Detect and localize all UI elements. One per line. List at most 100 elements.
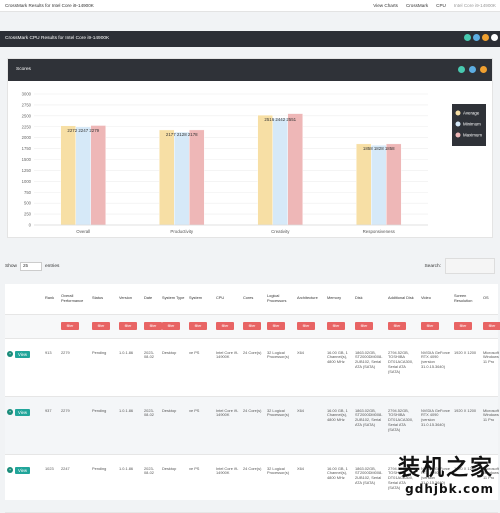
column-header[interactable]: System Type xyxy=(160,284,187,314)
filter-button[interactable]: filter xyxy=(216,322,234,330)
header-dot-orange-icon[interactable] xyxy=(482,34,489,41)
entries-select[interactable]: 25 xyxy=(20,262,42,271)
column-header[interactable]: Disk xyxy=(353,284,386,314)
column-header[interactable]: Memory xyxy=(325,284,353,314)
search-input[interactable] xyxy=(445,258,495,274)
filter-button[interactable]: filter xyxy=(355,322,373,330)
filter-button[interactable]: filter xyxy=(388,322,406,330)
nav-link-view-charts[interactable]: View Charts xyxy=(373,3,398,8)
bar-minimum xyxy=(371,145,386,225)
bar-maximum xyxy=(189,130,204,225)
expand-row-icon[interactable]: + xyxy=(7,409,13,415)
column-header[interactable]: Video xyxy=(419,284,452,314)
scores-dot-orange-icon[interactable] xyxy=(480,66,487,73)
bar-data-label: 2272 2247 2279 xyxy=(67,128,99,133)
bar-maximum xyxy=(288,114,303,225)
y-tick-label: 500 xyxy=(24,201,32,206)
filter-button[interactable]: filter xyxy=(454,322,472,330)
header-dot-white-icon[interactable] xyxy=(491,34,498,41)
column-header[interactable]: System xyxy=(187,284,214,314)
table-row: +View9372279Pending1.0.1.862023-08-02Des… xyxy=(5,396,498,454)
bar-minimum xyxy=(273,118,288,225)
table-cell: 24 Core(s) xyxy=(241,454,265,512)
filter-button[interactable]: filter xyxy=(483,322,500,330)
table-cell: 1920 X 1200 xyxy=(452,396,481,454)
filter-button[interactable]: filter xyxy=(61,322,79,330)
filter-button[interactable]: filter xyxy=(327,322,345,330)
column-header[interactable]: Status xyxy=(90,284,117,314)
watermark-url: gdhjbk.com xyxy=(398,482,494,496)
table-cell: xe PS xyxy=(187,454,214,512)
view-button[interactable]: View xyxy=(15,409,30,416)
table-cell: Desktop xyxy=(160,338,187,396)
filter-cell: filter xyxy=(452,314,481,338)
watermark-text: 装机之家 xyxy=(398,450,494,482)
header-dot-teal-icon[interactable] xyxy=(464,34,471,41)
table-cell: 1863.02GB, ST2000DM008-2UB102, Serial AT… xyxy=(353,454,386,512)
nav-brand[interactable]: CrossMark Results for Intel Core i9-1490… xyxy=(5,3,94,8)
filter-cell: filter xyxy=(241,314,265,338)
scores-dot-blue-icon[interactable] xyxy=(469,66,476,73)
bar-minimum xyxy=(76,127,91,225)
table-cell: Microsoft Windows 11 Pro xyxy=(481,396,498,454)
y-tick-label: 250 xyxy=(24,212,32,217)
y-tick-label: 1500 xyxy=(22,157,32,162)
column-header[interactable]: Architecture xyxy=(295,284,325,314)
nav-link-cpu[interactable]: CPU xyxy=(436,3,446,8)
view-button[interactable]: View xyxy=(15,467,30,474)
bar-data-label: 1858 1828 1858 xyxy=(363,146,395,151)
bar-maximum xyxy=(386,144,401,225)
y-tick-label: 3000 xyxy=(22,92,32,97)
table-cell: X64 xyxy=(295,454,325,512)
table-cell: 2023-08-02 xyxy=(142,396,160,454)
table-cell: xe PS xyxy=(187,338,214,396)
y-tick-label: 750 xyxy=(24,190,32,195)
table-cell: 1.0.1.86 xyxy=(117,338,142,396)
x-category-label: Overall xyxy=(76,229,90,234)
expand-row-icon[interactable]: + xyxy=(7,467,13,473)
filter-cell: filter xyxy=(481,314,498,338)
row-actions: +View xyxy=(5,454,43,512)
filter-button[interactable]: filter xyxy=(162,322,180,330)
table-cell: 24 Core(s) xyxy=(241,338,265,396)
scores-chart: 0250500750100012501500175020002250250027… xyxy=(8,81,494,239)
filter-button[interactable]: filter xyxy=(189,322,207,330)
nav-link-crossmark[interactable]: CrossMark xyxy=(406,3,428,8)
filter-button[interactable]: filter xyxy=(119,322,137,330)
table-cell: Pending xyxy=(90,454,117,512)
filter-button[interactable]: filter xyxy=(421,322,439,330)
y-tick-label: 1750 xyxy=(22,146,32,151)
column-header[interactable] xyxy=(5,284,43,314)
filter-button[interactable]: filter xyxy=(92,322,110,330)
column-header[interactable]: Additional Disk xyxy=(386,284,419,314)
table-cell: Intel Core i9-14900K xyxy=(214,396,241,454)
filter-button[interactable]: filter xyxy=(267,322,285,330)
entries-label: entries xyxy=(45,264,59,269)
table-cell: Pending xyxy=(90,396,117,454)
view-button[interactable]: View xyxy=(15,351,30,358)
column-header[interactable]: Screen Resolution xyxy=(452,284,481,314)
column-header[interactable]: Date xyxy=(142,284,160,314)
bar-average xyxy=(258,115,273,225)
y-tick-label: 0 xyxy=(29,223,32,228)
column-header[interactable]: Cores xyxy=(241,284,265,314)
filter-button[interactable]: filter xyxy=(243,322,261,330)
column-header[interactable]: Version xyxy=(117,284,142,314)
scores-dot-teal-icon[interactable] xyxy=(458,66,465,73)
column-header[interactable]: OS xyxy=(481,284,498,314)
table-cell: 16.00 GB, 1 Channel(s), 4800 MHz xyxy=(325,454,353,512)
table-cell: NVIDIA GeForce RTX 4090 (version 31.0.15… xyxy=(419,338,452,396)
filter-cell: filter xyxy=(265,314,295,338)
table-cell: Intel Core i9-14900K xyxy=(214,454,241,512)
column-header[interactable]: Overall Performance xyxy=(59,284,90,314)
expand-row-icon[interactable]: + xyxy=(7,351,13,357)
filter-button[interactable]: filter xyxy=(144,322,162,330)
scores-header: Scores xyxy=(8,59,492,81)
header-dot-blue-icon[interactable] xyxy=(473,34,480,41)
column-header[interactable]: Logical Processors xyxy=(265,284,295,314)
entries-control: Show 25 entries xyxy=(5,262,59,271)
table-cell: 16.00 GB, 1 Channel(s), 4800 MHz xyxy=(325,396,353,454)
column-header[interactable]: CPU xyxy=(214,284,241,314)
column-header[interactable]: Rank xyxy=(43,284,59,314)
filter-button[interactable]: filter xyxy=(297,322,315,330)
